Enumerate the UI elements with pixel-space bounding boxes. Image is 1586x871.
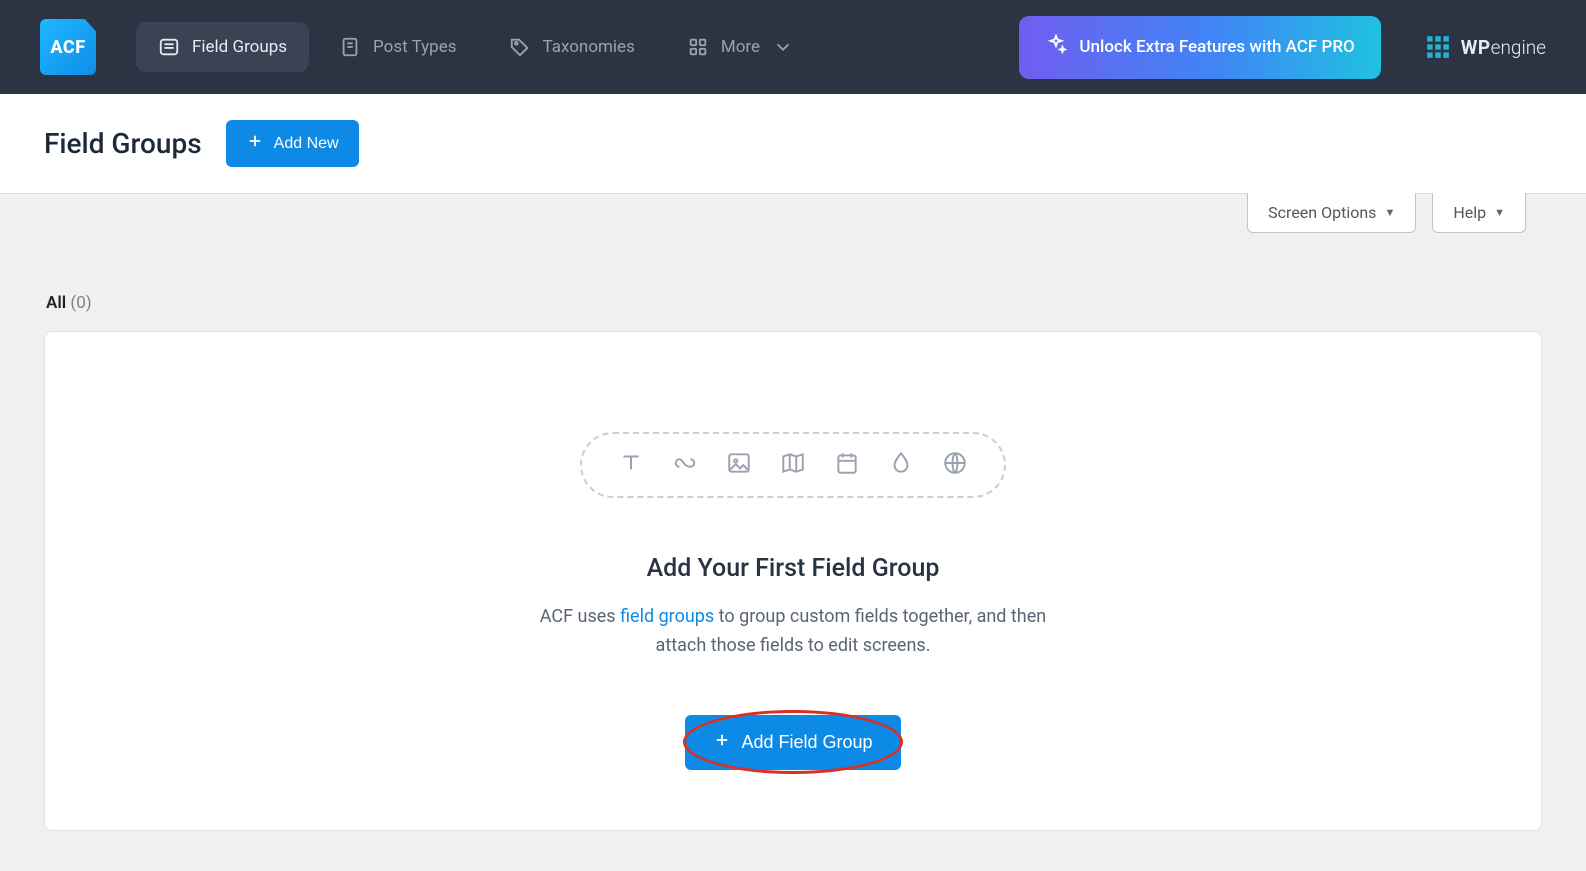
page-header: Field Groups Add New [0,94,1586,194]
nav-items: Field Groups Post Types Taxonomies More [136,22,816,72]
globe-icon [942,450,968,480]
field-type-icons-pill [580,432,1006,498]
page-title: Field Groups [44,127,202,160]
nav-item-taxonomies[interactable]: Taxonomies [487,22,657,72]
plus-icon [246,132,264,155]
screen-options-tab[interactable]: Screen Options ▼ [1247,193,1416,233]
acf-logo: ACF [40,19,96,75]
chevron-down-icon [772,36,794,58]
list-icon [158,36,180,58]
unlock-pro-button[interactable]: Unlock Extra Features with ACF PRO [1019,16,1380,79]
wpengine-wp: WP [1461,36,1491,59]
droplet-icon [888,450,914,480]
post-icon [339,36,361,58]
nav-label: Taxonomies [543,37,635,57]
nav-label: More [721,37,760,57]
top-nav: ACF Field Groups Post Types Taxonomies M… [0,0,1586,94]
add-field-group-button[interactable]: Add Field Group [685,715,900,770]
help-label: Help [1453,203,1486,222]
acf-logo-text: ACF [50,37,85,58]
add-new-label: Add New [274,135,339,153]
nav-item-post-types[interactable]: Post Types [317,22,478,72]
field-groups-link[interactable]: field groups [620,606,714,627]
sparkle-icon [1045,34,1067,61]
nav-item-more[interactable]: More [665,22,816,72]
infinity-icon [672,450,698,480]
text-icon [618,450,644,480]
tag-icon [509,36,531,58]
filter-all[interactable]: All (0) [46,293,92,313]
nav-label: Post Types [373,37,456,57]
screen-options-label: Screen Options [1268,203,1376,222]
wpengine-icon [1425,34,1451,60]
options-row: Screen Options ▼ Help ▼ [0,193,1586,233]
map-icon [780,450,806,480]
wpengine-engine: engine [1491,36,1546,59]
calendar-icon [834,450,860,480]
cta-wrap: Add Field Group [685,715,900,770]
desc-suffix: to group custom fields together, and the… [656,606,1047,656]
wpengine-logo: WPengine [1425,34,1546,60]
caret-down-icon: ▼ [1384,206,1395,219]
empty-state-description: ACF uses field groups to group custom fi… [513,603,1073,661]
add-new-button[interactable]: Add New [226,120,359,167]
add-field-group-label: Add Field Group [741,732,872,753]
nav-item-field-groups[interactable]: Field Groups [136,22,309,72]
pro-label: Unlock Extra Features with ACF PRO [1079,37,1354,57]
desc-prefix: ACF uses [540,606,620,627]
filter-all-label: All [46,293,66,313]
empty-state-title: Add Your First Field Group [647,554,940,583]
help-tab[interactable]: Help ▼ [1432,193,1526,233]
image-icon [726,450,752,480]
status-filters: All (0) [0,233,1586,331]
empty-state-card: Add Your First Field Group ACF uses fiel… [44,331,1542,831]
plus-icon [713,731,731,754]
nav-label: Field Groups [192,37,287,57]
grid-icon [687,36,709,58]
caret-down-icon: ▼ [1494,206,1505,219]
filter-all-count: (0) [70,293,91,313]
